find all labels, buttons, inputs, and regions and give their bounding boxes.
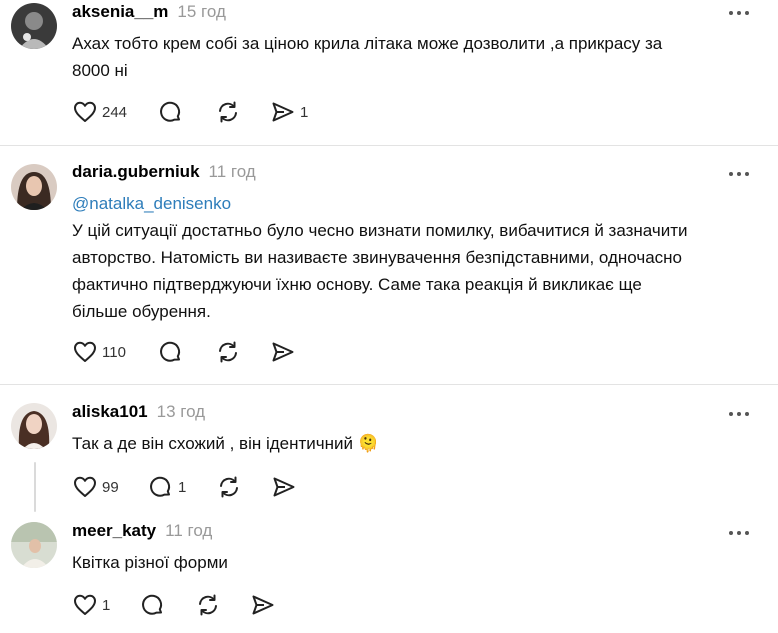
repost-icon	[215, 99, 241, 125]
heart-icon	[72, 339, 98, 365]
reply-button[interactable]	[158, 98, 215, 126]
post-text-line: Ахах тобто крем собі за ціною крила літа…	[72, 34, 663, 53]
repost-icon	[215, 339, 241, 365]
send-icon	[271, 474, 297, 500]
repost-icon	[195, 592, 221, 618]
like-count: 244	[102, 103, 128, 121]
thread-connector-line	[34, 462, 36, 512]
post-divider	[0, 145, 778, 146]
post-actions: 110	[72, 338, 320, 366]
comment-bubble-icon	[158, 99, 184, 125]
send-icon	[270, 99, 296, 125]
reply-count: 1	[178, 478, 187, 496]
more-options-button[interactable]	[726, 523, 752, 543]
post-text-line: Так а де він схожий , він ідентичний 🫠	[72, 434, 379, 453]
post-time: 13 год	[156, 402, 206, 421]
send-icon	[250, 592, 276, 618]
more-dots-icon	[729, 531, 749, 535]
heart-icon	[72, 474, 98, 500]
heart-icon	[72, 592, 98, 618]
post-text: @natalka_denisenko У цій ситуації достат…	[72, 190, 752, 325]
more-dots-icon	[729, 412, 749, 416]
like-button[interactable]: 1	[72, 591, 140, 619]
repost-button[interactable]	[195, 591, 250, 619]
like-count: 99	[102, 478, 119, 496]
more-dots-icon	[729, 11, 749, 15]
like-count: 110	[102, 343, 126, 361]
username[interactable]: aliska101	[72, 402, 148, 422]
avatar[interactable]	[11, 3, 57, 49]
repost-icon	[216, 474, 242, 500]
more-options-button[interactable]	[726, 164, 752, 184]
post-text: Так а де він схожий , він ідентичний 🫠	[72, 430, 752, 457]
avatar[interactable]	[11, 522, 57, 568]
reply-button[interactable]	[140, 591, 195, 619]
more-options-button[interactable]	[726, 3, 752, 23]
reply-button[interactable]: 1	[148, 473, 216, 501]
post-actions: 1	[72, 591, 300, 619]
username[interactable]: meer_katy	[72, 521, 156, 541]
repost-button[interactable]	[215, 338, 270, 366]
post-text-line: У цій ситуації достатньо було чесно визн…	[72, 221, 688, 240]
post-text-line: Квітка різної форми	[72, 553, 228, 572]
avatar[interactable]	[11, 164, 57, 210]
post-header: meer_katy 11 год	[72, 521, 212, 545]
mention-link[interactable]: @natalka_denisenko	[72, 190, 752, 217]
post-header: aksenia__m 15 год	[72, 2, 226, 26]
send-icon	[270, 339, 296, 365]
repost-button[interactable]	[215, 98, 270, 126]
post-text-line: більше обурення.	[72, 302, 211, 321]
comment-bubble-icon	[140, 592, 166, 618]
share-button[interactable]	[270, 338, 320, 366]
more-options-button[interactable]	[726, 404, 752, 424]
like-button[interactable]: 99	[72, 473, 148, 501]
more-dots-icon	[729, 172, 749, 176]
post-time: 15 год	[177, 2, 226, 21]
comment-bubble-icon	[158, 339, 184, 365]
post-text-line: 8000 ні	[72, 61, 128, 80]
like-count: 1	[102, 596, 111, 614]
repost-button[interactable]	[216, 473, 271, 501]
post-actions: 244 1	[72, 98, 320, 126]
comment-bubble-icon	[148, 474, 174, 500]
like-button[interactable]: 244	[72, 98, 158, 126]
username[interactable]: aksenia__m	[72, 2, 168, 22]
share-button[interactable]	[271, 473, 321, 501]
username[interactable]: daria.guberniuk	[72, 162, 200, 182]
post-text-line: фактично підтверджуючи їхню основу. Саме…	[72, 275, 642, 294]
share-button[interactable]	[250, 591, 300, 619]
heart-icon	[72, 99, 98, 125]
post-actions: 99 1	[72, 473, 321, 501]
reply-button[interactable]	[158, 338, 215, 366]
share-button[interactable]: 1	[270, 98, 320, 126]
share-count: 1	[300, 103, 309, 121]
like-button[interactable]: 110	[72, 338, 158, 366]
post-divider	[0, 384, 778, 385]
post-header: daria.guberniuk 11 год	[72, 162, 256, 186]
post-time: 11 год	[165, 521, 213, 540]
avatar[interactable]	[11, 403, 57, 449]
post-text: Ахах тобто крем собі за ціною крила літа…	[72, 30, 752, 84]
post-text-line: авторство. Натомість ви називаєте звинув…	[72, 248, 683, 267]
post-time: 11 год	[208, 162, 256, 181]
post-header: aliska101 13 год	[72, 402, 205, 426]
post-text: Квітка різної форми	[72, 549, 752, 576]
